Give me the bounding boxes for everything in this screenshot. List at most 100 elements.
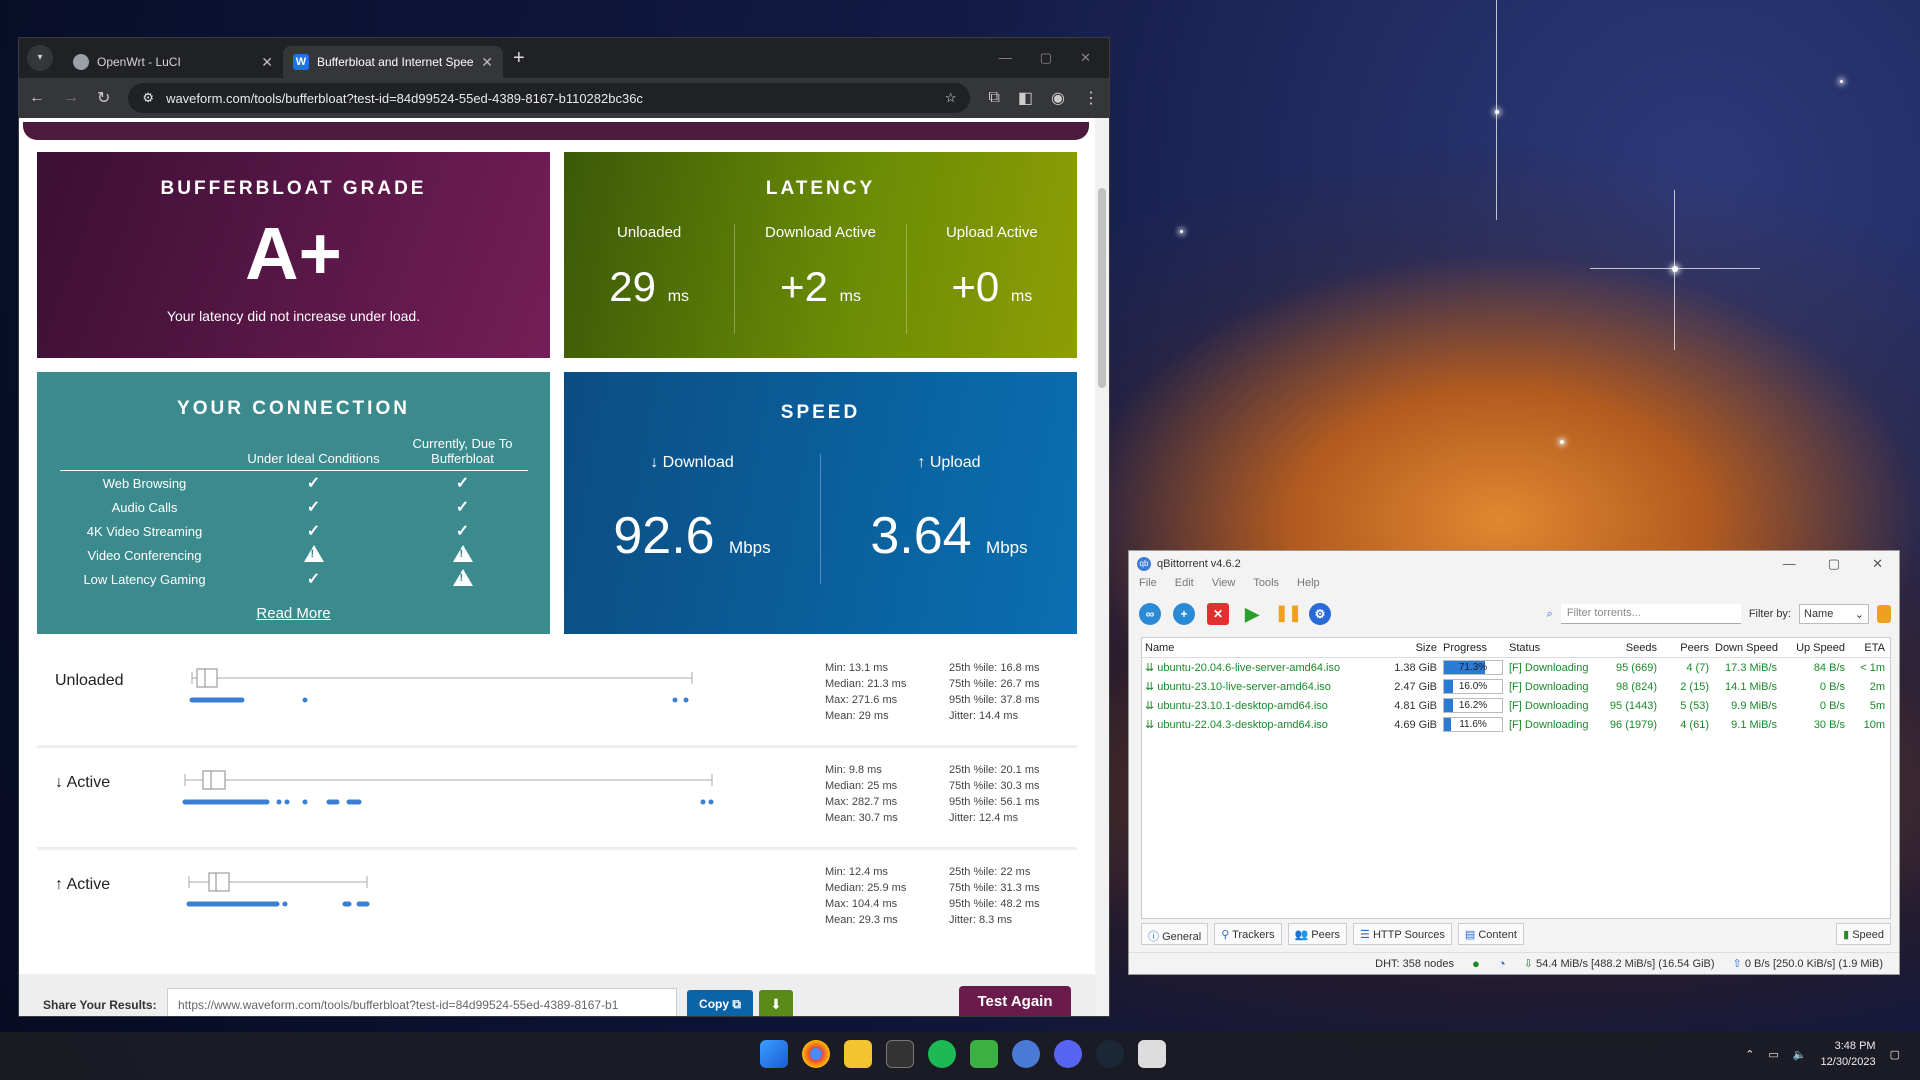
add-torrent-icon[interactable]: + bbox=[1173, 603, 1195, 625]
qbt-statusbar: DHT: 358 nodes ● ◔ ⇩ 54.4 MiB/s [488.2 M… bbox=[1129, 952, 1899, 974]
file-explorer-icon[interactable] bbox=[844, 1040, 872, 1068]
chrome-icon[interactable] bbox=[802, 1040, 830, 1068]
tab-title: Bufferbloat and Internet Speed bbox=[317, 55, 474, 69]
torrent-size: 1.38 GiB bbox=[1394, 661, 1437, 674]
col-up-speed[interactable]: Up Speed bbox=[1780, 642, 1848, 654]
menu-edit[interactable]: Edit bbox=[1175, 577, 1194, 597]
qbittorrent-taskbar-icon[interactable] bbox=[1012, 1040, 1040, 1068]
steam-icon[interactable] bbox=[1096, 1040, 1124, 1068]
network-icon[interactable]: ▭ bbox=[1768, 1048, 1778, 1061]
add-link-icon[interactable]: ∞ bbox=[1139, 603, 1161, 625]
tab-bufferbloat[interactable]: W Bufferbloat and Internet Speed ✕ bbox=[283, 46, 503, 78]
torrent-progress: 16.0% bbox=[1440, 679, 1506, 694]
table-row[interactable]: ⇊ ubuntu-23.10-live-server-amd64.iso 2.47… bbox=[1142, 677, 1890, 696]
torrent-peers: 4 (61) bbox=[1680, 718, 1709, 731]
spotify-icon[interactable] bbox=[928, 1040, 956, 1068]
torrent-up-speed: 84 B/s bbox=[1813, 661, 1845, 674]
snipping-tool-icon[interactable] bbox=[1138, 1040, 1166, 1068]
read-more-link[interactable]: Read More bbox=[256, 605, 330, 622]
back-icon[interactable]: ← bbox=[29, 89, 45, 107]
col-down-speed[interactable]: Down Speed bbox=[1712, 642, 1780, 654]
col-status[interactable]: Status bbox=[1506, 642, 1598, 654]
filter-by-select[interactable]: Name ⌄ bbox=[1799, 604, 1869, 624]
menu-icon[interactable]: ⋮ bbox=[1083, 88, 1099, 108]
side-panel-icon[interactable]: ◧ bbox=[1018, 88, 1033, 108]
site-info-icon[interactable]: ⚙ bbox=[142, 90, 154, 106]
menu-tools[interactable]: Tools bbox=[1253, 577, 1279, 597]
minimize-icon[interactable]: — bbox=[999, 50, 1012, 66]
col-peers[interactable]: Peers bbox=[1660, 642, 1712, 654]
terminal-icon[interactable] bbox=[886, 1040, 914, 1068]
latency-upload-active: Upload Active +0 ms bbox=[907, 224, 1077, 334]
url-text[interactable]: waveform.com/tools/bufferbloat?test-id=8… bbox=[166, 91, 933, 106]
tab-search-icon[interactable]: ▾ bbox=[27, 45, 53, 71]
table-row[interactable]: ⇊ ubuntu-23.10.1-desktop-amd64.iso 4.81 G… bbox=[1142, 696, 1890, 715]
pause-icon[interactable]: ❚❚ bbox=[1275, 603, 1302, 625]
close-tab-icon[interactable]: ✕ bbox=[481, 54, 493, 71]
profile-avatar-icon[interactable]: ◉ bbox=[1051, 88, 1065, 108]
stat-min: Min: 13.1 ms bbox=[825, 662, 888, 674]
close-icon[interactable]: ✕ bbox=[1080, 50, 1091, 66]
torrent-eta: 5m bbox=[1869, 699, 1885, 712]
tab-label: Content bbox=[1478, 929, 1517, 941]
table-row[interactable]: ⇊ ubuntu-20.04.6-live-server-amd64.iso 1.… bbox=[1142, 658, 1890, 677]
star-spike bbox=[1590, 268, 1760, 269]
maximize-icon[interactable]: ▢ bbox=[1828, 556, 1840, 572]
keepass-icon[interactable] bbox=[970, 1040, 998, 1068]
show-hidden-icons-icon[interactable]: ⌃ bbox=[1745, 1048, 1754, 1061]
tab-http-sources[interactable]: ☰ HTTP Sources bbox=[1353, 923, 1452, 945]
resume-icon[interactable]: ▶ bbox=[1241, 603, 1263, 625]
col-name[interactable]: Name bbox=[1142, 642, 1382, 654]
options-gear-icon[interactable]: ⚙ bbox=[1309, 603, 1331, 625]
waveform-favicon-icon: W bbox=[293, 54, 309, 70]
tab-content[interactable]: ▤ Content bbox=[1457, 923, 1524, 945]
clock[interactable]: 3:48 PM 12/30/2023 bbox=[1821, 1038, 1876, 1070]
share-url-field[interactable]: https://www.waveform.com/tools/bufferblo… bbox=[167, 988, 677, 1016]
notifications-icon[interactable]: ▢ bbox=[1890, 1048, 1900, 1061]
close-tab-icon[interactable]: ✕ bbox=[261, 54, 273, 71]
bookmark-star-icon[interactable]: ☆ bbox=[945, 90, 957, 106]
col-seeds[interactable]: Seeds bbox=[1598, 642, 1660, 654]
connection-ok-icon[interactable]: ● bbox=[1472, 956, 1480, 971]
table-row[interactable]: ⇊ ubuntu-22.04.3-desktop-amd64.iso 4.69 G… bbox=[1142, 715, 1890, 734]
filter-torrents-input[interactable]: Filter torrents... bbox=[1560, 604, 1741, 624]
torrent-down-speed: 17.3 MiB/s bbox=[1725, 661, 1777, 674]
tab-trackers[interactable]: ⚲ Trackers bbox=[1214, 923, 1282, 945]
system-tray: ⌃ ▭ 🔈 3:48 PM 12/30/2023 ▢ bbox=[1745, 1038, 1900, 1070]
forward-icon[interactable]: → bbox=[63, 89, 79, 107]
address-bar[interactable]: ⚙ waveform.com/tools/bufferbloat?test-id… bbox=[128, 83, 971, 113]
windows-start-icon[interactable] bbox=[760, 1040, 788, 1068]
menu-help[interactable]: Help bbox=[1297, 577, 1320, 597]
tab-openwrt[interactable]: OpenWrt - LuCI ✕ bbox=[63, 46, 283, 78]
maximize-icon[interactable]: ▢ bbox=[1040, 50, 1052, 66]
discord-icon[interactable] bbox=[1054, 1040, 1082, 1068]
menu-file[interactable]: File bbox=[1139, 577, 1157, 597]
scrollbar-thumb[interactable] bbox=[1098, 188, 1106, 388]
volume-icon[interactable]: 🔈 bbox=[1793, 1048, 1807, 1061]
tab-general[interactable]: ⓘ General bbox=[1141, 923, 1209, 945]
torrent-peers: 5 (53) bbox=[1680, 699, 1709, 712]
connection-row-label: 4K Video Streaming bbox=[86, 523, 203, 539]
speed-limit-icon[interactable]: ◔ bbox=[1498, 956, 1506, 971]
menu-view[interactable]: View bbox=[1212, 577, 1236, 597]
col-progress[interactable]: Progress bbox=[1440, 642, 1506, 654]
lock-icon[interactable] bbox=[1877, 605, 1891, 623]
col-eta[interactable]: ETA bbox=[1848, 642, 1888, 654]
time: 3:48 PM bbox=[1834, 1040, 1876, 1052]
reload-icon[interactable]: ↻ bbox=[97, 88, 110, 108]
download-icon[interactable]: ⬇ bbox=[759, 990, 793, 1016]
minimize-icon[interactable]: — bbox=[1783, 556, 1796, 572]
tab-peers[interactable]: 👥 Peers bbox=[1287, 923, 1348, 945]
copy-button[interactable]: Copy ⧉ bbox=[687, 990, 753, 1016]
page-header-bar bbox=[23, 122, 1089, 140]
tab-speed[interactable]: ▮ Speed bbox=[1836, 923, 1891, 945]
close-icon[interactable]: ✕ bbox=[1872, 556, 1883, 572]
extensions-icon[interactable]: ⧉ bbox=[988, 89, 999, 107]
tab-label: Speed bbox=[1852, 929, 1884, 941]
new-tab-button[interactable]: + bbox=[513, 47, 525, 70]
page-scrollbar[interactable] bbox=[1095, 118, 1109, 1016]
col-size[interactable]: Size bbox=[1382, 642, 1440, 654]
test-again-button[interactable]: Test Again bbox=[959, 986, 1071, 1016]
delete-icon[interactable]: ✕ bbox=[1207, 603, 1229, 625]
star bbox=[1180, 230, 1183, 233]
